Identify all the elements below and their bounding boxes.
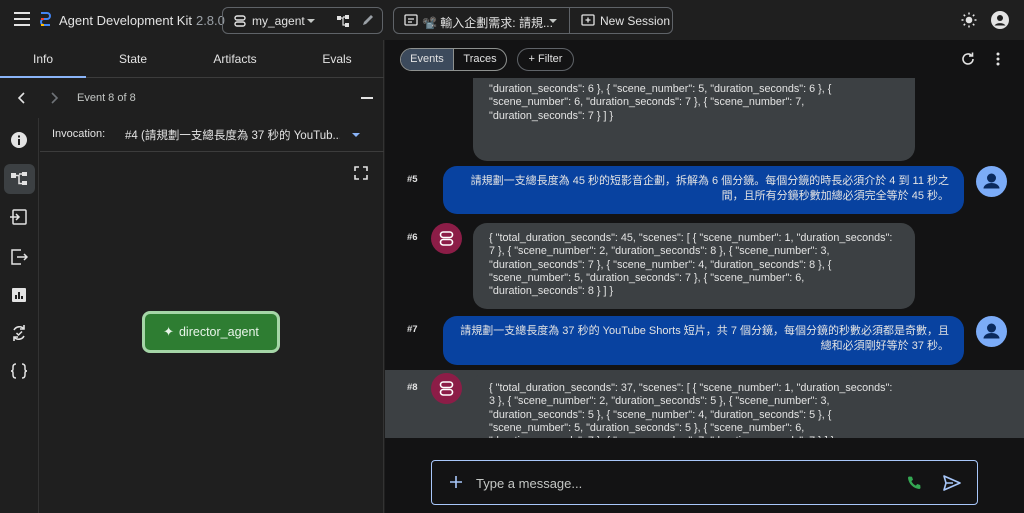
robot-icon: [439, 381, 454, 396]
call-icon[interactable]: [906, 475, 922, 491]
divider: [569, 8, 570, 33]
input-icon[interactable]: [10, 208, 28, 226]
bot-message: { "total_duration_seconds": 45, "scenes"…: [473, 223, 915, 309]
left-panel: Info State Artifacts Evals Event 8 of 8: [0, 40, 384, 513]
tab-evals[interactable]: Evals: [295, 52, 379, 66]
events-toggle[interactable]: Events: [401, 49, 453, 70]
sync-icon[interactable]: [10, 324, 28, 342]
graph-icon[interactable]: [10, 170, 28, 188]
sparkle-icon: ✦: [163, 324, 174, 339]
chevron-down-icon[interactable]: [307, 19, 315, 23]
agent-node-label: director_agent: [178, 325, 259, 339]
user-message: 請規劃一支總長度為 37 秒的 YouTube Shorts 短片，共 7 個分…: [443, 316, 964, 365]
invocation-label: Invocation:: [52, 128, 106, 140]
agent-graph: ✦ director_agent: [40, 152, 384, 513]
user-avatar: [976, 316, 1007, 347]
chevron-left-icon[interactable]: [16, 92, 28, 104]
invocation-selector[interactable]: Invocation: #4 (請規劃一支總長度為 37 秒的 YouTub..…: [40, 118, 384, 152]
message-index: #6: [407, 232, 418, 243]
agent-selector[interactable]: my_agent: [222, 7, 383, 34]
add-attachment-icon[interactable]: [449, 475, 463, 489]
chat-icon: [404, 14, 418, 26]
chat-toolbar: Events Traces + Filter: [385, 40, 1024, 78]
send-icon[interactable]: [943, 475, 961, 491]
chevron-right-icon[interactable]: [48, 92, 60, 104]
message-index: #8: [407, 382, 418, 393]
message-input[interactable]: [476, 471, 896, 495]
message-composer: [431, 460, 978, 505]
top-bar: Agent Development Kit 2.8.0 my_agent 📽️ …: [0, 0, 1024, 40]
person-icon: [983, 323, 1000, 339]
filter-label: Filter: [538, 53, 563, 65]
bot-avatar: [431, 223, 462, 254]
icon-rail: [0, 118, 39, 513]
chat-panel: Events Traces + Filter "duration_seconds…: [385, 40, 1024, 513]
user-avatar: [976, 166, 1007, 197]
code-braces-icon[interactable]: [10, 362, 28, 380]
agent-name: my_agent: [252, 14, 305, 28]
new-session-icon: [581, 14, 595, 26]
account-icon[interactable]: [991, 11, 1009, 29]
plus-icon: +: [528, 53, 535, 65]
user-message: 請規劃一支總長度為 45 秒的短影音企劃，拆解為 6 個分鏡。每個分鏡的時長必須…: [443, 166, 964, 214]
info-icon[interactable]: [10, 131, 28, 149]
session-selector[interactable]: 📽️ 輸入企劃需求: 請規... New Session: [393, 7, 673, 34]
message-index: #5: [407, 174, 418, 185]
bot-message: { "total_duration_seconds": 37, "scenes"…: [473, 372, 915, 438]
agent-node[interactable]: ✦ director_agent: [142, 311, 280, 353]
selected-event-row[interactable]: #8 { "total_duration_seconds": 37, "scen…: [385, 370, 1024, 438]
app-version: 2.8.0: [195, 13, 225, 28]
session-chevron-down-icon[interactable]: [549, 19, 557, 23]
tab-state[interactable]: State: [90, 52, 176, 66]
view-toggle: Events Traces: [400, 48, 507, 71]
output-icon[interactable]: [10, 248, 28, 266]
fullscreen-icon[interactable]: [354, 166, 368, 180]
session-title: 📽️ 輸入企劃需求: 請規...: [422, 16, 553, 30]
app-title: Agent Development Kit 2.8.0: [59, 13, 225, 28]
filter-button[interactable]: + Filter: [517, 48, 574, 71]
robot-icon: [234, 15, 246, 27]
event-counter: Event 8 of 8: [77, 92, 136, 104]
tab-info[interactable]: Info: [0, 52, 86, 66]
robot-icon: [439, 231, 454, 246]
invocation-chevron-down-icon[interactable]: [352, 133, 360, 137]
invocation-value: #4 (請規劃一支總長度為 37 秒的 YouTub...: [125, 130, 340, 142]
adk-logo-icon: [40, 12, 51, 26]
agent-graph-icon[interactable]: [336, 14, 350, 28]
tab-artifacts[interactable]: Artifacts: [190, 52, 280, 66]
new-session-button[interactable]: New Session: [600, 14, 670, 28]
refresh-icon[interactable]: [961, 52, 975, 66]
side-tabs: Info State Artifacts Evals: [0, 40, 384, 78]
bot-message: "duration_seconds": 6 }, { "scene_number…: [473, 78, 915, 161]
person-icon: [983, 173, 1000, 189]
app-title-text: Agent Development Kit: [59, 13, 192, 28]
collapse-icon[interactable]: [361, 97, 373, 99]
bot-avatar: [431, 373, 462, 404]
edit-icon[interactable]: [361, 13, 375, 27]
analytics-icon[interactable]: [10, 286, 28, 304]
message-index: #7: [407, 324, 418, 335]
theme-toggle-icon[interactable]: [961, 12, 977, 28]
traces-toggle[interactable]: Traces: [453, 49, 506, 70]
app-root: Agent Development Kit 2.8.0 my_agent 📽️ …: [0, 0, 1024, 513]
message-list: "duration_seconds": 6 }, { "scene_number…: [385, 78, 1024, 438]
menu-icon[interactable]: [14, 12, 30, 26]
more-vert-icon[interactable]: [996, 52, 1000, 66]
event-navigator: Event 8 of 8: [0, 78, 384, 118]
